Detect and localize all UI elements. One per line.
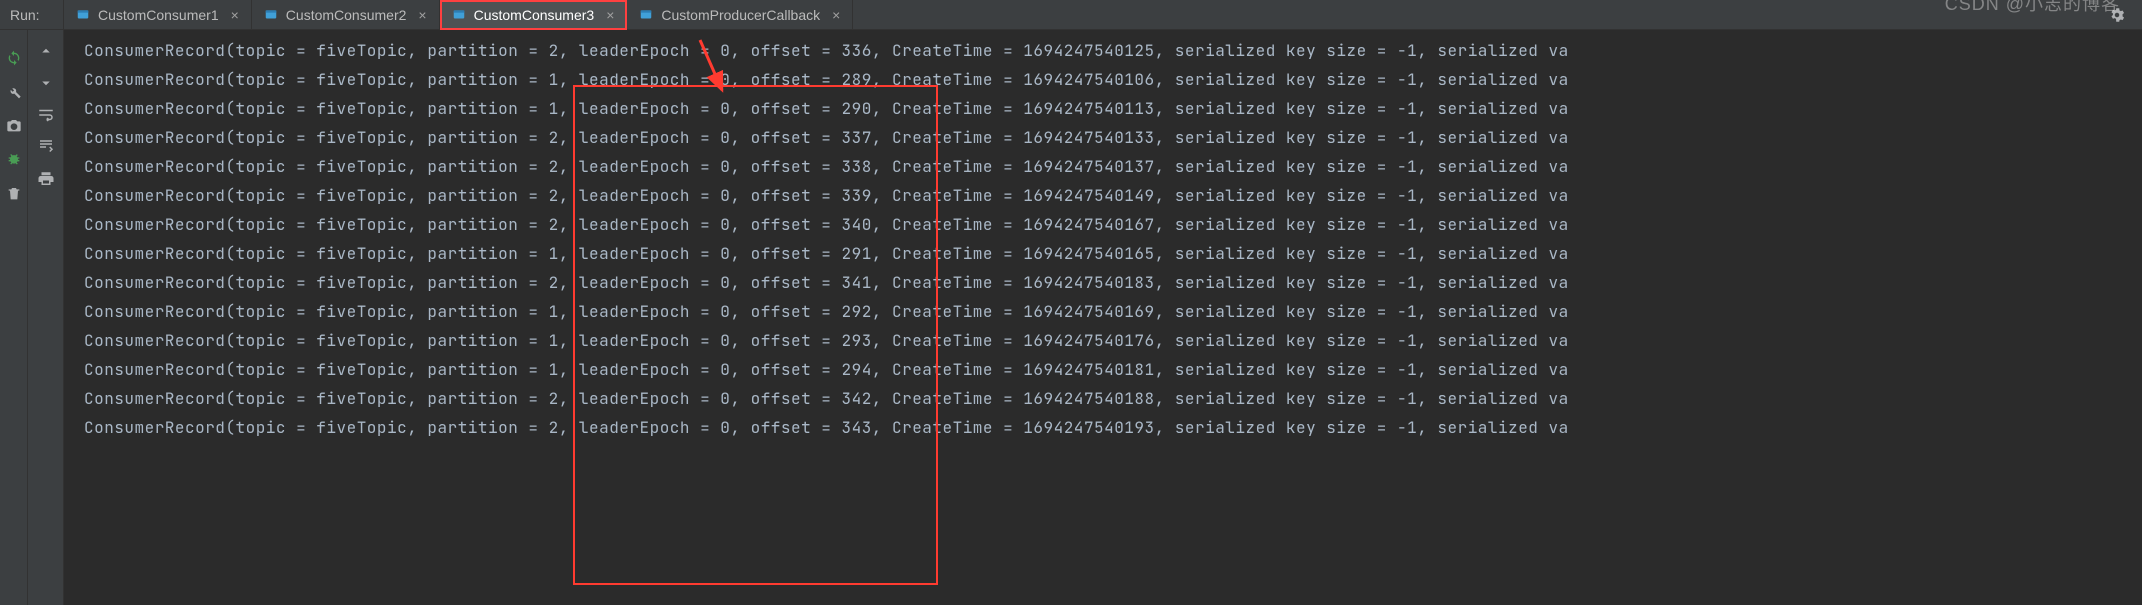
tab-label: CustomProducerCallback [661,7,820,23]
scroll-end-icon[interactable] [37,138,55,156]
console-line: ConsumerRecord(topic = fiveTopic, partit… [84,123,2142,152]
run-config-icon [76,8,90,22]
tab-customproducercallback[interactable]: CustomProducerCallback × [627,0,853,30]
up-icon[interactable] [37,42,55,60]
console-line: ConsumerRecord(topic = fiveTopic, partit… [84,384,2142,413]
panel-label: Run: [0,0,64,30]
tab-customconsumer1[interactable]: CustomConsumer1 × [64,0,252,30]
soft-wrap-icon[interactable] [37,106,55,124]
wrench-icon[interactable] [6,84,22,100]
run-config-icon [639,8,653,22]
close-icon[interactable]: × [606,7,614,23]
console-line: ConsumerRecord(topic = fiveTopic, partit… [84,268,2142,297]
trash-icon[interactable] [6,186,22,202]
console-line: ConsumerRecord(topic = fiveTopic, partit… [84,94,2142,123]
console-line: ConsumerRecord(topic = fiveTopic, partit… [84,210,2142,239]
run-config-icon [452,8,466,22]
console-line: ConsumerRecord(topic = fiveTopic, partit… [84,181,2142,210]
watermark: CSDN @小志的博客 [1945,0,2120,16]
console-tool-strip [28,30,64,605]
left-tool-strip [0,0,28,605]
console-output: ConsumerRecord(topic = fiveTopic, partit… [64,30,2142,442]
camera-icon[interactable] [6,118,22,134]
console-line: ConsumerRecord(topic = fiveTopic, partit… [84,413,2142,442]
console-line: ConsumerRecord(topic = fiveTopic, partit… [84,152,2142,181]
console-line: ConsumerRecord(topic = fiveTopic, partit… [84,65,2142,94]
console-line: ConsumerRecord(topic = fiveTopic, partit… [84,297,2142,326]
bug-icon[interactable] [6,152,22,168]
tab-customconsumer3[interactable]: CustomConsumer3 × [440,0,628,30]
print-icon[interactable] [37,170,55,188]
restart-icon[interactable] [6,50,22,66]
tab-label: CustomConsumer2 [286,7,407,23]
console-line: ConsumerRecord(topic = fiveTopic, partit… [84,326,2142,355]
tab-customconsumer2[interactable]: CustomConsumer2 × [252,0,440,30]
tab-label: CustomConsumer3 [474,7,595,23]
console-line: ConsumerRecord(topic = fiveTopic, partit… [84,36,2142,65]
close-icon[interactable]: × [832,7,840,23]
console-line: ConsumerRecord(topic = fiveTopic, partit… [84,355,2142,384]
console-line: ConsumerRecord(topic = fiveTopic, partit… [84,239,2142,268]
close-icon[interactable]: × [418,7,426,23]
close-icon[interactable]: × [231,7,239,23]
run-config-icon [264,8,278,22]
tab-label: CustomConsumer1 [98,7,219,23]
down-icon[interactable] [37,74,55,92]
tab-bar: Run: CustomConsumer1×CustomConsumer2×Cus… [0,0,2142,30]
